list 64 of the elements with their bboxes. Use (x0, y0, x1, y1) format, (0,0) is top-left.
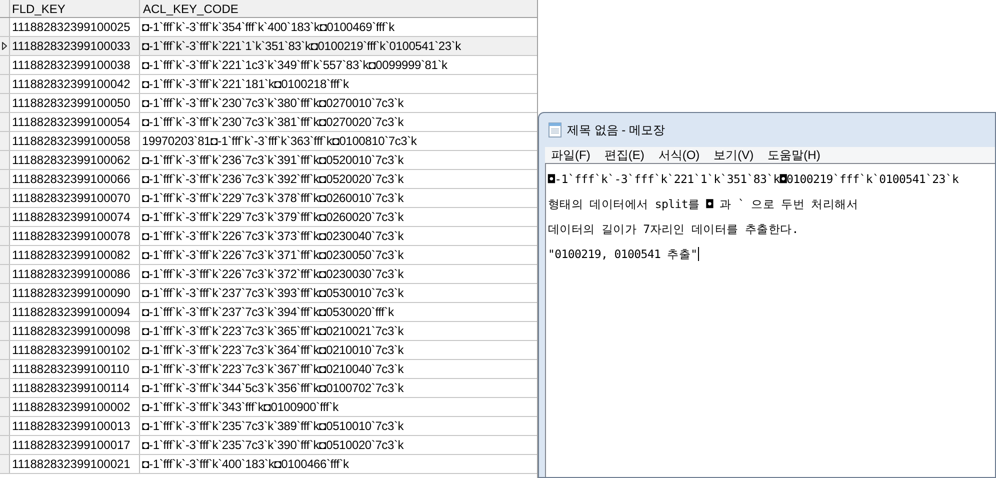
table-cell: 111882832399100050 (10, 94, 140, 112)
table-cell-text: ◘-1`fff`k`-3`fff`k`236`7c3`k`392`fff`k◘0520020`7c3`k (141, 171, 405, 188)
table-cell: 111882832399100042 (10, 75, 140, 93)
table-cell-text: ◘-1`fff`k`-3`fff`k`343`fff`k◘0100900`fff`k (141, 399, 340, 416)
text-editor[interactable]: ◘-1`fff`k`-3`fff`k`221`1`k`351`83`k◘0100219`fff`k`0100541`23`k 형태의 데이터에서 split를 ◘ 과 ` 으로 두번 처리해서 데이터의 길이가 7자리인 데이터를 추출한다. "0100219, 0100541 추출" (545, 163, 995, 477)
table-cell-text: ◘-1`fff`k`-3`fff`k`229`7c3`k`378`fff`k◘0260010`7c3`k (141, 190, 405, 207)
table-cell: 111882832399100102 (10, 341, 140, 359)
table-cell-text: ◘-1`fff`k`-3`fff`k`229`7c3`k`379`fff`k◘0260020`7c3`k (141, 209, 405, 226)
text-line: 형태의 데이터에서 split를 ◘ 과 ` 으로 두번 처리해서 (548, 196, 858, 212)
menu-item[interactable]: 파일(F) (551, 146, 590, 164)
table-cell: 111882832399100094 (10, 303, 140, 321)
table-cell-text: ◘-1`fff`k`-3`fff`k`230`7c3`k`380`fff`k◘0270010`7c3`k (141, 95, 405, 112)
table-cell-text: ◘-1`fff`k`-3`fff`k`226`7c3`k`372`fff`k◘0230030`7c3`k (141, 266, 405, 283)
table-cell-text: ◘-1`fff`k`-3`fff`k`400`183`k◘0100466`fff`k (141, 456, 350, 473)
table-cell-text: 19970203`81◘-1`fff`k`-3`fff`k`363`fff`k◘0100810`7c3`k (141, 133, 418, 150)
row-header[interactable] (0, 37, 10, 55)
table-cell: 111882832399100017 (10, 436, 140, 454)
table-cell: 111882832399100082 (10, 246, 140, 264)
table-cell-text: ◘-1`fff`k`-3`fff`k`235`7c3`k`389`fff`k◘0510010`7c3`k (141, 418, 405, 435)
table-cell: 111882832399100058 (10, 132, 140, 150)
table-cell-text: ◘-1`fff`k`-3`fff`k`221`1`k`351`83`k◘0100219`fff`k`0100541`23`k (141, 38, 462, 55)
table-cell: 111882832399100062 (10, 151, 140, 169)
table-cell-text: ◘-1`fff`k`-3`fff`k`235`7c3`k`390`fff`k◘0510020`7c3`k (141, 437, 405, 454)
table-cell-text: ◘-1`fff`k`-3`fff`k`236`7c3`k`391`fff`k◘0520010`7c3`k (141, 152, 405, 169)
text-line: 데이터의 길이가 7자리인 데이터를 추출한다. (548, 220, 798, 238)
table-cell-text: ◘-1`fff`k`-3`fff`k`221`1c3`k`349`fff`k`557`83`k◘0099999`81`k (141, 57, 448, 74)
table-cell: 111882832399100074 (10, 208, 140, 226)
table-cell: 111882832399100066 (10, 170, 140, 188)
text-line: "0100219, 0100541 추출" (548, 246, 698, 262)
menu-item[interactable]: 도움말(H) (768, 146, 820, 164)
table-cell-text: ◘-1`fff`k`-3`fff`k`230`7c3`k`381`fff`k◘0270020`7c3`k (141, 114, 405, 131)
table-cell: 111882832399100078 (10, 227, 140, 245)
notepad-icon (547, 122, 563, 138)
table-cell-text: ◘-1`fff`k`-3`fff`k`226`7c3`k`371`fff`k◘0230050`7c3`k (141, 247, 405, 264)
table-cell: 111882832399100086 (10, 265, 140, 283)
table-cell: 111882832399100002 (10, 398, 140, 416)
table-cell: 111882832399100090 (10, 284, 140, 302)
table-cell-text: ◘-1`fff`k`-3`fff`k`354`fff`k`400`183`k◘0100469`fff`k (141, 19, 396, 36)
table-cell-text: ◘-1`fff`k`-3`fff`k`226`7c3`k`373`fff`k◘0230040`7c3`k (141, 228, 405, 245)
table-cell-text: ◘-1`fff`k`-3`fff`k`223`7c3`k`364`fff`k◘0210010`7c3`k (141, 342, 405, 359)
window-title: 제목 없음 - 메모장 (567, 122, 665, 139)
table-cell-text: ◘-1`fff`k`-3`fff`k`237`7c3`k`393`fff`k◘0530010`7c3`k (141, 285, 405, 302)
table-cell: 111882832399100013 (10, 417, 140, 435)
table-cell: 111882832399100021 (10, 455, 140, 473)
table-cell: 111882832399100038 (10, 56, 140, 74)
column-header[interactable]: FLD_KEY (10, 0, 140, 17)
table-cell-text: ◘-1`fff`k`-3`fff`k`223`7c3`k`367`fff`k◘0210040`7c3`k (141, 361, 405, 378)
table-cell: 111882832399100025 (10, 18, 140, 36)
table-cell: 111882832399100054 (10, 113, 140, 131)
table-cell: 111882832399100114 (10, 379, 140, 397)
table-cell-text: ◘-1`fff`k`-3`fff`k`223`7c3`k`365`fff`k◘0210021`7c3`k (141, 323, 405, 340)
menu-item[interactable]: 보기(V) (714, 146, 754, 164)
table-cell: 111882832399100070 (10, 189, 140, 207)
table-cell: 111882832399100098 (10, 322, 140, 340)
menu-item[interactable]: 서식(O) (658, 146, 700, 164)
table-cell: 111882832399100110 (10, 360, 140, 378)
table-cell-text: ◘-1`fff`k`-3`fff`k`237`7c3`k`394`fff`k◘0530020`fff`k (141, 304, 395, 321)
row-pointer-icon (2, 42, 7, 50)
table-cell: 111882832399100033 (10, 37, 140, 55)
text-line: ◘-1`fff`k`-3`fff`k`221`1`k`351`83`k◘0100219`fff`k`0100541`23`k (548, 170, 959, 188)
column-header[interactable]: ACL_KEY_CODE (140, 0, 537, 17)
table-cell-text: ◘-1`fff`k`-3`fff`k`221`181`k◘0100218`fff`k (141, 76, 350, 93)
table-cell-text: ◘-1`fff`k`-3`fff`k`344`5c3`k`356`fff`k◘0100702`7c3`k (141, 380, 405, 397)
menu-item[interactable]: 편집(E) (604, 146, 644, 164)
